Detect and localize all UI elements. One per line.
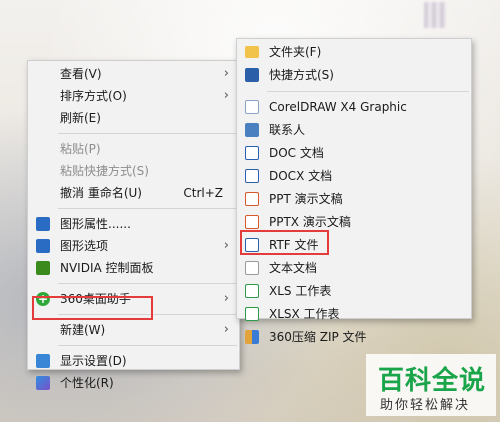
shortcut-label: Ctrl+Z: [183, 186, 223, 200]
menu-separator: [58, 283, 237, 284]
watermark-title: 百科全说: [378, 366, 487, 396]
folder-icon: [245, 46, 259, 58]
submenu-item-text-document[interactable]: 文本文档: [237, 257, 471, 280]
menu-item-personalize[interactable]: 个性化(R): [28, 372, 239, 394]
text-doc-icon: [245, 261, 259, 275]
submenu-item-label: DOCX 文档: [269, 169, 333, 183]
menu-separator: [58, 133, 237, 134]
intel-graphics-icon: [36, 239, 50, 253]
chevron-right-icon: ›: [223, 291, 229, 306]
menu-item-label: 图形属性......: [60, 217, 131, 231]
menu-item-paste-shortcut: 粘贴快捷方式(S): [28, 160, 239, 182]
menu-item-display-settings[interactable]: 显示设置(D): [28, 350, 239, 372]
shortcut-icon: [245, 68, 259, 82]
menu-item-label: 查看(V): [60, 67, 102, 81]
menu-separator: [58, 314, 237, 315]
watermark: 百科全说 助你轻松解决: [366, 354, 496, 416]
desktop-context-menu: 查看(V) › 排序方式(O) › 刷新(E) 粘贴(P) 粘贴快捷方式(S) …: [27, 60, 240, 390]
zip-icon: [245, 330, 259, 344]
submenu-item-zip[interactable]: 360压缩 ZIP 文件: [237, 326, 471, 349]
menu-separator: [267, 91, 469, 92]
personalize-icon: [36, 376, 50, 390]
chevron-right-icon: ›: [223, 238, 229, 253]
menu-item-label: NVIDIA 控制面板: [60, 261, 154, 275]
menu-item-label: 图形选项: [60, 239, 109, 253]
menu-item-label: 撤消 重命名(U): [60, 186, 142, 200]
new-submenu: 文件夹(F) 快捷方式(S) CorelDRAW X4 Graphic 联系人 …: [236, 38, 472, 344]
submenu-item-xls[interactable]: XLS 工作表: [237, 280, 471, 303]
menu-item-label: 显示设置(D): [60, 354, 127, 368]
excel-icon: [245, 284, 259, 298]
menu-item-graphics-properties[interactable]: 图形属性......: [28, 213, 239, 235]
submenu-item-label: XLS 工作表: [269, 284, 332, 298]
menu-item-undo-rename[interactable]: 撤消 重命名(U) Ctrl+Z: [28, 182, 239, 204]
menu-item-label: 360桌面助手: [60, 292, 131, 306]
submenu-item-contact[interactable]: 联系人: [237, 119, 471, 142]
menu-item-label: 排序方式(O): [60, 89, 127, 103]
menu-item-paste: 粘贴(P): [28, 138, 239, 160]
menu-item-label: 粘贴快捷方式(S): [60, 164, 149, 178]
word-icon: [245, 146, 259, 160]
menu-item-new[interactable]: 新建(W) ›: [28, 319, 239, 341]
watermark-subtitle: 助你轻松解决: [380, 398, 471, 413]
submenu-item-label: PPTX 演示文稿: [269, 215, 351, 229]
plus-circle-icon: +: [36, 292, 50, 306]
menu-item-label: 粘贴(P): [60, 142, 101, 156]
powerpoint-icon: [245, 215, 259, 229]
word-icon: [245, 169, 259, 183]
submenu-item-label: 文件夹(F): [269, 45, 322, 59]
chevron-right-icon: ›: [223, 66, 229, 81]
submenu-item-coreldraw[interactable]: CorelDRAW X4 Graphic: [237, 96, 471, 119]
blank-file-icon: [245, 100, 259, 114]
submenu-item-pptx[interactable]: PPTX 演示文稿: [237, 211, 471, 234]
submenu-item-doc[interactable]: DOC 文档: [237, 142, 471, 165]
blurred-desktop-icon: [424, 2, 446, 28]
submenu-item-xlsx[interactable]: XLSX 工作表: [237, 303, 471, 326]
excel-icon: [245, 307, 259, 321]
nvidia-icon: [36, 261, 50, 275]
menu-item-refresh[interactable]: 刷新(E): [28, 107, 239, 129]
submenu-item-label: PPT 演示文稿: [269, 192, 343, 206]
submenu-item-label: DOC 文档: [269, 146, 324, 160]
menu-item-label: 刷新(E): [60, 111, 101, 125]
submenu-item-label: XLSX 工作表: [269, 307, 340, 321]
submenu-item-label: 快捷方式(S): [269, 68, 334, 82]
chevron-right-icon: ›: [223, 322, 229, 337]
menu-item-label: 个性化(R): [60, 376, 114, 390]
powerpoint-icon: [245, 192, 259, 206]
intel-graphics-icon: [36, 217, 50, 231]
menu-item-view[interactable]: 查看(V) ›: [28, 63, 239, 85]
menu-item-sort-by[interactable]: 排序方式(O) ›: [28, 85, 239, 107]
submenu-item-shortcut[interactable]: 快捷方式(S): [237, 64, 471, 87]
menu-separator: [58, 345, 237, 346]
menu-separator: [58, 208, 237, 209]
contact-icon: [245, 123, 259, 137]
submenu-item-ppt[interactable]: PPT 演示文稿: [237, 188, 471, 211]
chevron-right-icon: ›: [223, 88, 229, 103]
submenu-item-label: RTF 文件: [269, 238, 319, 252]
menu-item-graphics-options[interactable]: 图形选项 ›: [28, 235, 239, 257]
menu-item-360-desktop-assistant[interactable]: + 360桌面助手 ›: [28, 288, 239, 310]
submenu-item-folder[interactable]: 文件夹(F): [237, 41, 471, 64]
submenu-item-label: 联系人: [269, 123, 306, 137]
submenu-item-label: 文本文档: [269, 261, 318, 275]
menu-item-label: 新建(W): [60, 323, 106, 337]
submenu-item-docx[interactable]: DOCX 文档: [237, 165, 471, 188]
submenu-item-rtf[interactable]: RTF 文件: [237, 234, 471, 257]
submenu-item-label: 360压缩 ZIP 文件: [269, 330, 367, 344]
submenu-item-label: CorelDRAW X4 Graphic: [269, 100, 407, 114]
menu-item-nvidia-control-panel[interactable]: NVIDIA 控制面板: [28, 257, 239, 279]
rtf-icon: [245, 238, 259, 252]
monitor-icon: [36, 354, 50, 368]
